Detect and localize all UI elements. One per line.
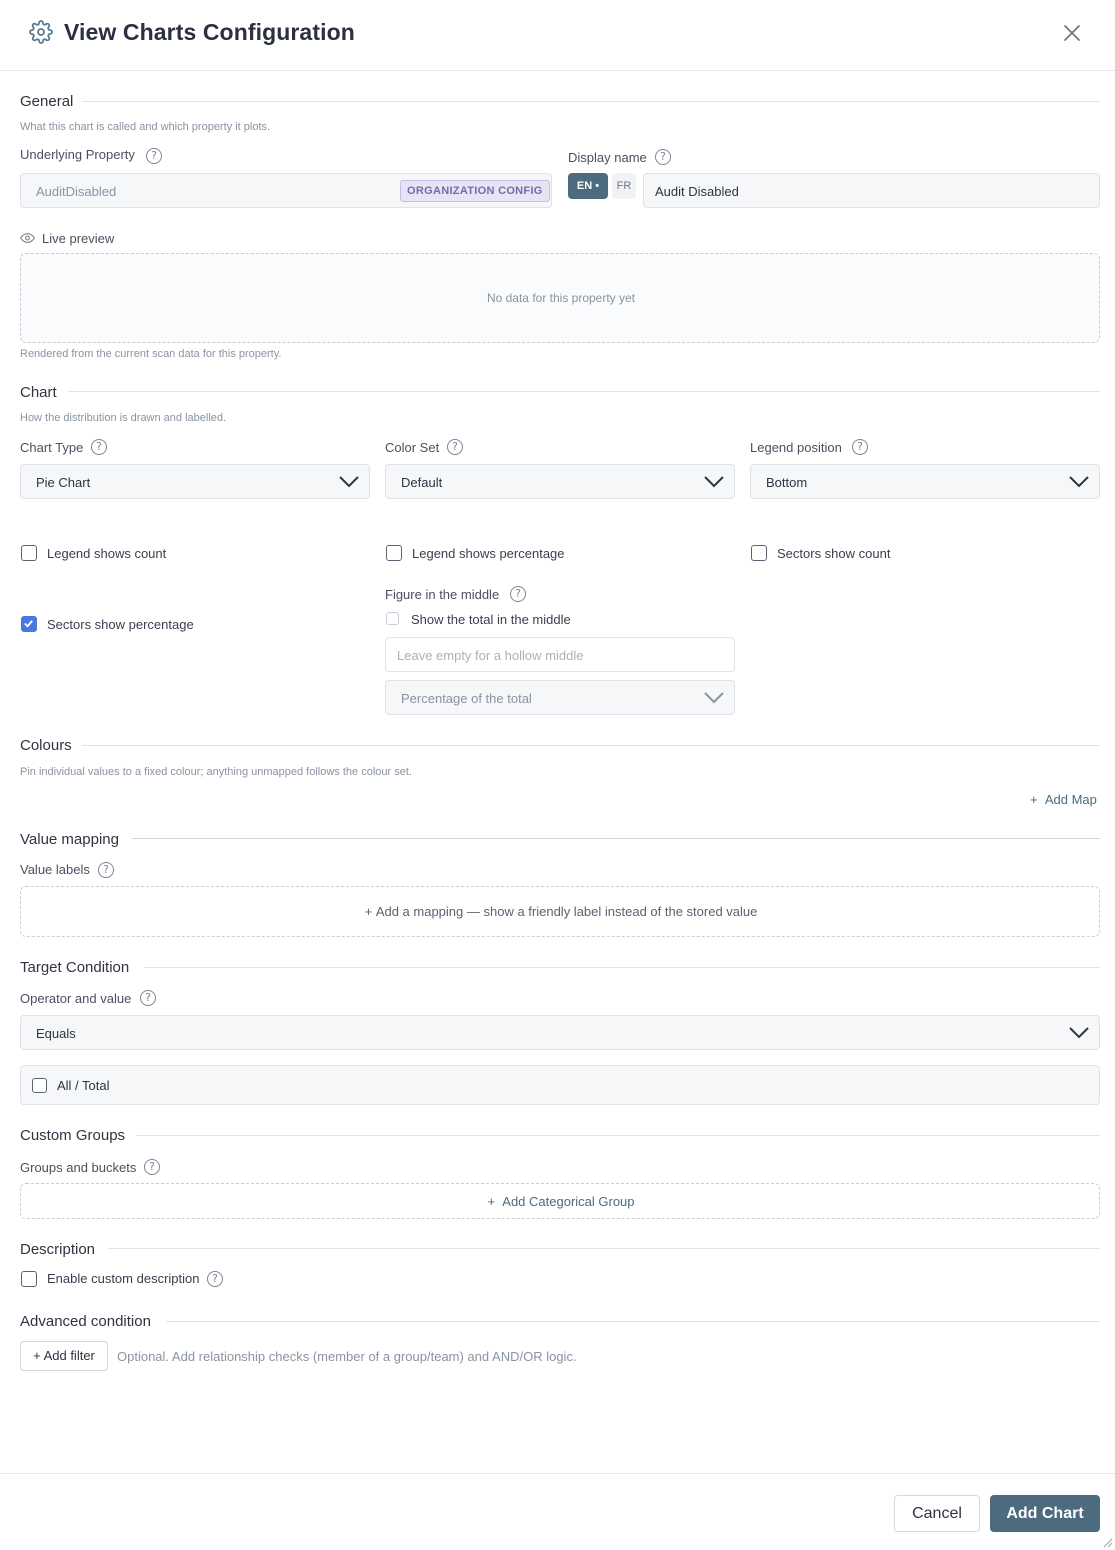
add-filter-button[interactable]: + Add filter — [20, 1341, 108, 1371]
all-total-row: All / Total — [20, 1065, 1100, 1105]
section-divider — [68, 391, 1100, 392]
sectors-show-count-checkbox[interactable] — [751, 545, 767, 561]
groups-buckets-label: Groups and buckets — [20, 1160, 137, 1175]
value-labels-label: Value labels — [20, 862, 90, 877]
section-subtitle-general: What this chart is called and which prop… — [20, 121, 271, 133]
section-divider — [132, 838, 1100, 839]
live-preview-empty: No data for this property yet — [486, 291, 636, 305]
sectors-show-percentage-label: Sectors show percentage — [47, 617, 194, 632]
live-preview-label: Live preview — [42, 231, 115, 246]
add-categorical-group-button[interactable]: + Add Categorical Group — [20, 1183, 1100, 1219]
help-icon[interactable]: ? — [91, 439, 107, 455]
plus-icon: + — [364, 904, 373, 919]
help-icon[interactable]: ? — [98, 862, 114, 878]
middle-figure-select[interactable]: Percentage of the total — [385, 680, 735, 715]
middle-figure-input[interactable]: Leave empty for a hollow middle — [385, 637, 735, 672]
help-icon[interactable]: ? — [207, 1271, 223, 1287]
add-mapping-row: + Add a mapping — show a friendly label … — [364, 904, 758, 919]
chevron-down-icon — [704, 692, 724, 704]
show-total-middle-checkbox[interactable] — [386, 612, 399, 625]
add-mapping-button[interactable]: + Add a mapping — show a friendly label … — [20, 886, 1100, 937]
enable-description-checkbox[interactable] — [21, 1271, 37, 1287]
section-subtitle-chart: How the distribution is drawn and labell… — [20, 412, 227, 424]
middle-figure-placeholder: Leave empty for a hollow middle — [397, 648, 584, 663]
section-title-target-condition: Target Condition — [20, 959, 130, 976]
dialog-header: View Charts Configuration — [0, 0, 1115, 71]
help-icon[interactable]: ? — [146, 148, 162, 164]
section-subtitle-colours: Pin individual values to a fixed colour;… — [20, 766, 412, 778]
section-divider — [136, 1135, 1100, 1136]
plus-icon: + — [1030, 792, 1038, 807]
scope-badge: ORGANIZATION CONFIG — [400, 180, 550, 202]
legend-shows-count-checkbox[interactable] — [21, 545, 37, 561]
lang-tab-en[interactable]: EN • — [568, 173, 608, 199]
color-set-select[interactable]: Default — [385, 464, 735, 499]
section-title-custom-groups: Custom Groups — [20, 1127, 126, 1144]
section-divider — [108, 1248, 1100, 1249]
help-icon[interactable]: ? — [447, 439, 463, 455]
checkmark-icon — [24, 620, 33, 628]
help-icon[interactable]: ? — [510, 586, 526, 602]
close-icon[interactable] — [1060, 21, 1084, 45]
section-divider — [82, 745, 1100, 746]
chevron-down-icon — [1069, 1027, 1089, 1039]
live-preview-area: No data for this property yet — [20, 253, 1100, 343]
section-divider — [144, 967, 1100, 968]
all-total-label: All / Total — [57, 1078, 110, 1093]
all-total-checkbox[interactable] — [32, 1078, 47, 1093]
live-preview-footnote: Rendered from the current scan data for … — [20, 348, 282, 360]
dialog-title: View Charts Configuration — [64, 19, 355, 45]
legend-position-value: Bottom — [766, 475, 808, 490]
help-icon[interactable]: ? — [852, 439, 868, 455]
enable-description-label: Enable custom description — [47, 1271, 200, 1286]
add-chart-button[interactable]: Add Chart — [990, 1495, 1100, 1532]
cancel-button[interactable]: Cancel — [894, 1495, 980, 1532]
lang-tab-fr[interactable]: FR — [612, 173, 636, 199]
display-name-label: Display name — [568, 150, 647, 165]
legend-position-label: Legend position — [750, 440, 842, 455]
underlying-property-label: Underlying Property — [20, 147, 135, 162]
advanced-hint: Optional. Add relationship checks (membe… — [117, 1349, 577, 1364]
eye-icon — [20, 233, 35, 243]
legend-position-select[interactable]: Bottom — [750, 464, 1100, 499]
color-set-value: Default — [401, 475, 443, 490]
section-title-colours: Colours — [20, 737, 72, 754]
gear-icon — [29, 20, 53, 44]
operator-select[interactable]: Equals — [20, 1015, 1100, 1050]
underlying-property-value: AuditDisabled — [36, 184, 117, 199]
legend-shows-percentage-label: Legend shows percentage — [412, 546, 565, 561]
chart-type-label: Chart Type — [20, 440, 84, 455]
help-icon[interactable]: ? — [144, 1159, 160, 1175]
figure-middle-label: Figure in the middle — [385, 587, 500, 602]
display-name-value: Audit Disabled — [655, 184, 739, 199]
sectors-show-count-label: Sectors show count — [777, 546, 891, 561]
operator-value-label: Operator and value — [20, 991, 132, 1006]
add-group-row: + Add Categorical Group — [487, 1194, 635, 1209]
chart-type-select[interactable]: Pie Chart — [20, 464, 370, 499]
help-icon[interactable]: ? — [655, 149, 671, 165]
resize-handle-icon[interactable] — [1101, 1536, 1113, 1548]
legend-shows-percentage-checkbox[interactable] — [386, 545, 402, 561]
middle-figure-select-value: Percentage of the total — [401, 691, 532, 706]
legend-shows-count-label: Legend shows count — [47, 546, 167, 561]
color-set-label: Color Set — [385, 440, 440, 455]
sectors-show-percentage-checkbox[interactable] — [21, 616, 37, 632]
section-title-chart: Chart — [20, 384, 57, 401]
section-title-advanced: Advanced condition — [20, 1313, 151, 1330]
operator-value: Equals — [36, 1026, 76, 1041]
section-divider — [166, 1321, 1100, 1322]
chevron-down-icon — [704, 476, 724, 488]
help-icon[interactable]: ? — [140, 990, 156, 1006]
plus-icon: + — [487, 1194, 496, 1209]
section-title-description: Description — [20, 1241, 96, 1258]
show-total-middle-label: Show the total in the middle — [411, 612, 571, 627]
display-name-input[interactable]: Audit Disabled — [643, 173, 1100, 208]
section-title-general: General — [20, 93, 74, 110]
chart-type-value: Pie Chart — [36, 475, 91, 490]
section-title-value-mapping: Value mapping — [20, 831, 119, 848]
chevron-down-icon — [339, 476, 359, 488]
section-divider — [82, 101, 1100, 102]
add-map-button[interactable]: + Add Map — [1030, 792, 1097, 807]
chevron-down-icon — [1069, 476, 1089, 488]
